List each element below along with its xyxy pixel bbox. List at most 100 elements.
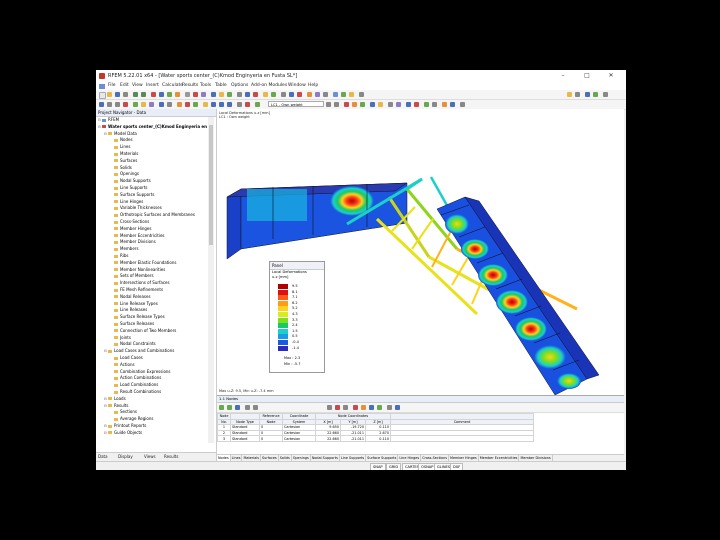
tab-display[interactable]: Display [118,454,133,459]
report-icon[interactable] [349,92,354,97]
tree-item[interactable]: ⊟ Water sports center_(C)Kmod Enginyeria … [98,124,207,131]
tree-item[interactable]: ⊟ Loads [104,396,126,403]
tree-item[interactable]: Nodal Releases [110,294,151,301]
view-z-icon[interactable] [227,102,232,107]
table-toggle-icon[interactable] [593,92,598,97]
divide-icon[interactable] [159,102,164,107]
minimize-button[interactable]: – [554,71,572,81]
table-sort-icon[interactable] [361,405,366,410]
menu-window[interactable]: Window [288,83,306,88]
delete-icon[interactable] [123,102,128,107]
tree-item[interactable]: Result Combinations [110,389,161,396]
tree-item[interactable]: Member Eccentricities [110,233,165,240]
tree-item[interactable]: ⊟ Results [104,403,128,410]
tree-item[interactable]: Sets of Members [110,273,154,280]
tree-item[interactable]: Actions [110,362,135,369]
table-select-icon[interactable] [353,405,358,410]
tree-item[interactable]: Sections [110,409,137,416]
tree-item[interactable]: Action Combinations [110,375,161,382]
tree-item[interactable]: Joints [110,335,131,342]
load-case-icon[interactable] [177,102,182,107]
section-icon[interactable] [307,92,312,97]
iso-icon[interactable] [203,102,208,107]
print-icon[interactable] [123,92,128,97]
table-cell[interactable]: Standard [230,435,260,442]
hinge-tool-icon[interactable] [201,92,206,97]
transparent-icon[interactable] [255,102,260,107]
tree-item[interactable]: Load Cases [110,355,143,362]
scale-icon[interactable] [370,102,375,107]
status-toggle[interactable]: DXF [450,463,464,470]
tree-item[interactable]: ⊟ Model Data [104,131,137,138]
tree-item[interactable]: Nodal Supports [110,178,151,185]
select-icon[interactable] [99,102,104,107]
extremes-icon[interactable] [378,102,383,107]
tree-item[interactable]: Member Divisions [110,239,156,246]
pan-icon[interactable] [107,102,112,107]
menu-results[interactable]: Results [182,83,198,88]
mirror-icon[interactable] [149,102,154,107]
results-icon[interactable] [219,92,224,97]
zoom-icon[interactable] [245,92,250,97]
menu-options[interactable]: Options [231,83,248,88]
tree-item[interactable]: Combination Expressions [110,369,171,376]
check-icon[interactable] [341,92,346,97]
menu-calculate[interactable]: Calculate [162,83,183,88]
tree-item[interactable]: ⊟ RFEM [98,117,119,124]
new-file-icon[interactable] [99,92,106,99]
table-view-icon[interactable] [395,405,400,410]
filter-results-icon[interactable] [388,102,393,107]
menu-edit[interactable]: Edit [120,83,129,88]
values-icon[interactable] [360,102,365,107]
previous-case-icon[interactable] [326,102,331,107]
next-case-icon[interactable] [334,102,339,107]
legend-panel[interactable]: Panel Local Deformations u-z [mm] 9.5 8.1… [269,261,325,373]
maximize-button[interactable]: □ [578,71,596,81]
copy-icon[interactable] [133,102,138,107]
tree-item[interactable]: Surface Releases [110,321,154,328]
rotate-icon[interactable] [115,102,120,107]
navigator-scrollbar[interactable] [208,117,214,443]
results-on-icon[interactable] [344,102,349,107]
tree-item[interactable]: Variable Thicknesses [110,205,162,212]
section-result-icon[interactable] [406,102,411,107]
view-icon[interactable] [237,92,242,97]
table-cell[interactable]: 0 [259,435,283,442]
solid-view-icon[interactable] [245,102,250,107]
table-copy-icon[interactable] [327,405,332,410]
tree-item[interactable]: Solids [110,165,132,172]
grid-icon[interactable] [289,92,294,97]
table-edit-icon[interactable] [227,405,232,410]
menu-insert[interactable]: Insert [146,83,159,88]
table-columns-icon[interactable] [387,405,392,410]
status-toggle[interactable]: GRID [386,463,402,470]
diagram-icon[interactable] [414,102,419,107]
print-graphic-icon[interactable] [460,102,465,107]
tree-item[interactable]: Openings [110,171,139,178]
tree-item[interactable]: Surfaces [110,158,137,165]
tree-item[interactable]: Connection of Two Members [110,328,176,335]
connect-icon[interactable] [167,102,172,107]
tree-item[interactable]: Surface Release Types [110,314,165,321]
open-folder-icon[interactable] [107,92,112,97]
document-icon[interactable] [99,83,105,89]
tree-item[interactable]: Member Nonlinearities [110,267,165,274]
member-result-icon[interactable] [424,102,429,107]
table-cell[interactable]: -21.011 [340,435,366,442]
line-tool-icon[interactable] [159,92,164,97]
move-icon[interactable] [141,102,146,107]
table-icon[interactable] [227,92,232,97]
panel-icon[interactable] [575,92,580,97]
surface-tool-icon[interactable] [167,92,172,97]
tree-item[interactable]: Nodes [110,137,133,144]
navigator-toggle-icon[interactable] [585,92,590,97]
table-export-icon[interactable] [245,405,250,410]
load-case-select[interactable]: LC1 - Own weight [268,101,324,107]
animate-icon[interactable] [396,102,401,107]
tree-item[interactable]: Line Supports [110,185,148,192]
support-tool-icon[interactable] [185,92,190,97]
tree-item[interactable]: FE Mesh Refinements [110,287,163,294]
scrollbar-thumb[interactable] [209,125,213,245]
tree-item[interactable]: Member Elastic Foundations [110,260,176,267]
load-tool-icon[interactable] [193,92,198,97]
